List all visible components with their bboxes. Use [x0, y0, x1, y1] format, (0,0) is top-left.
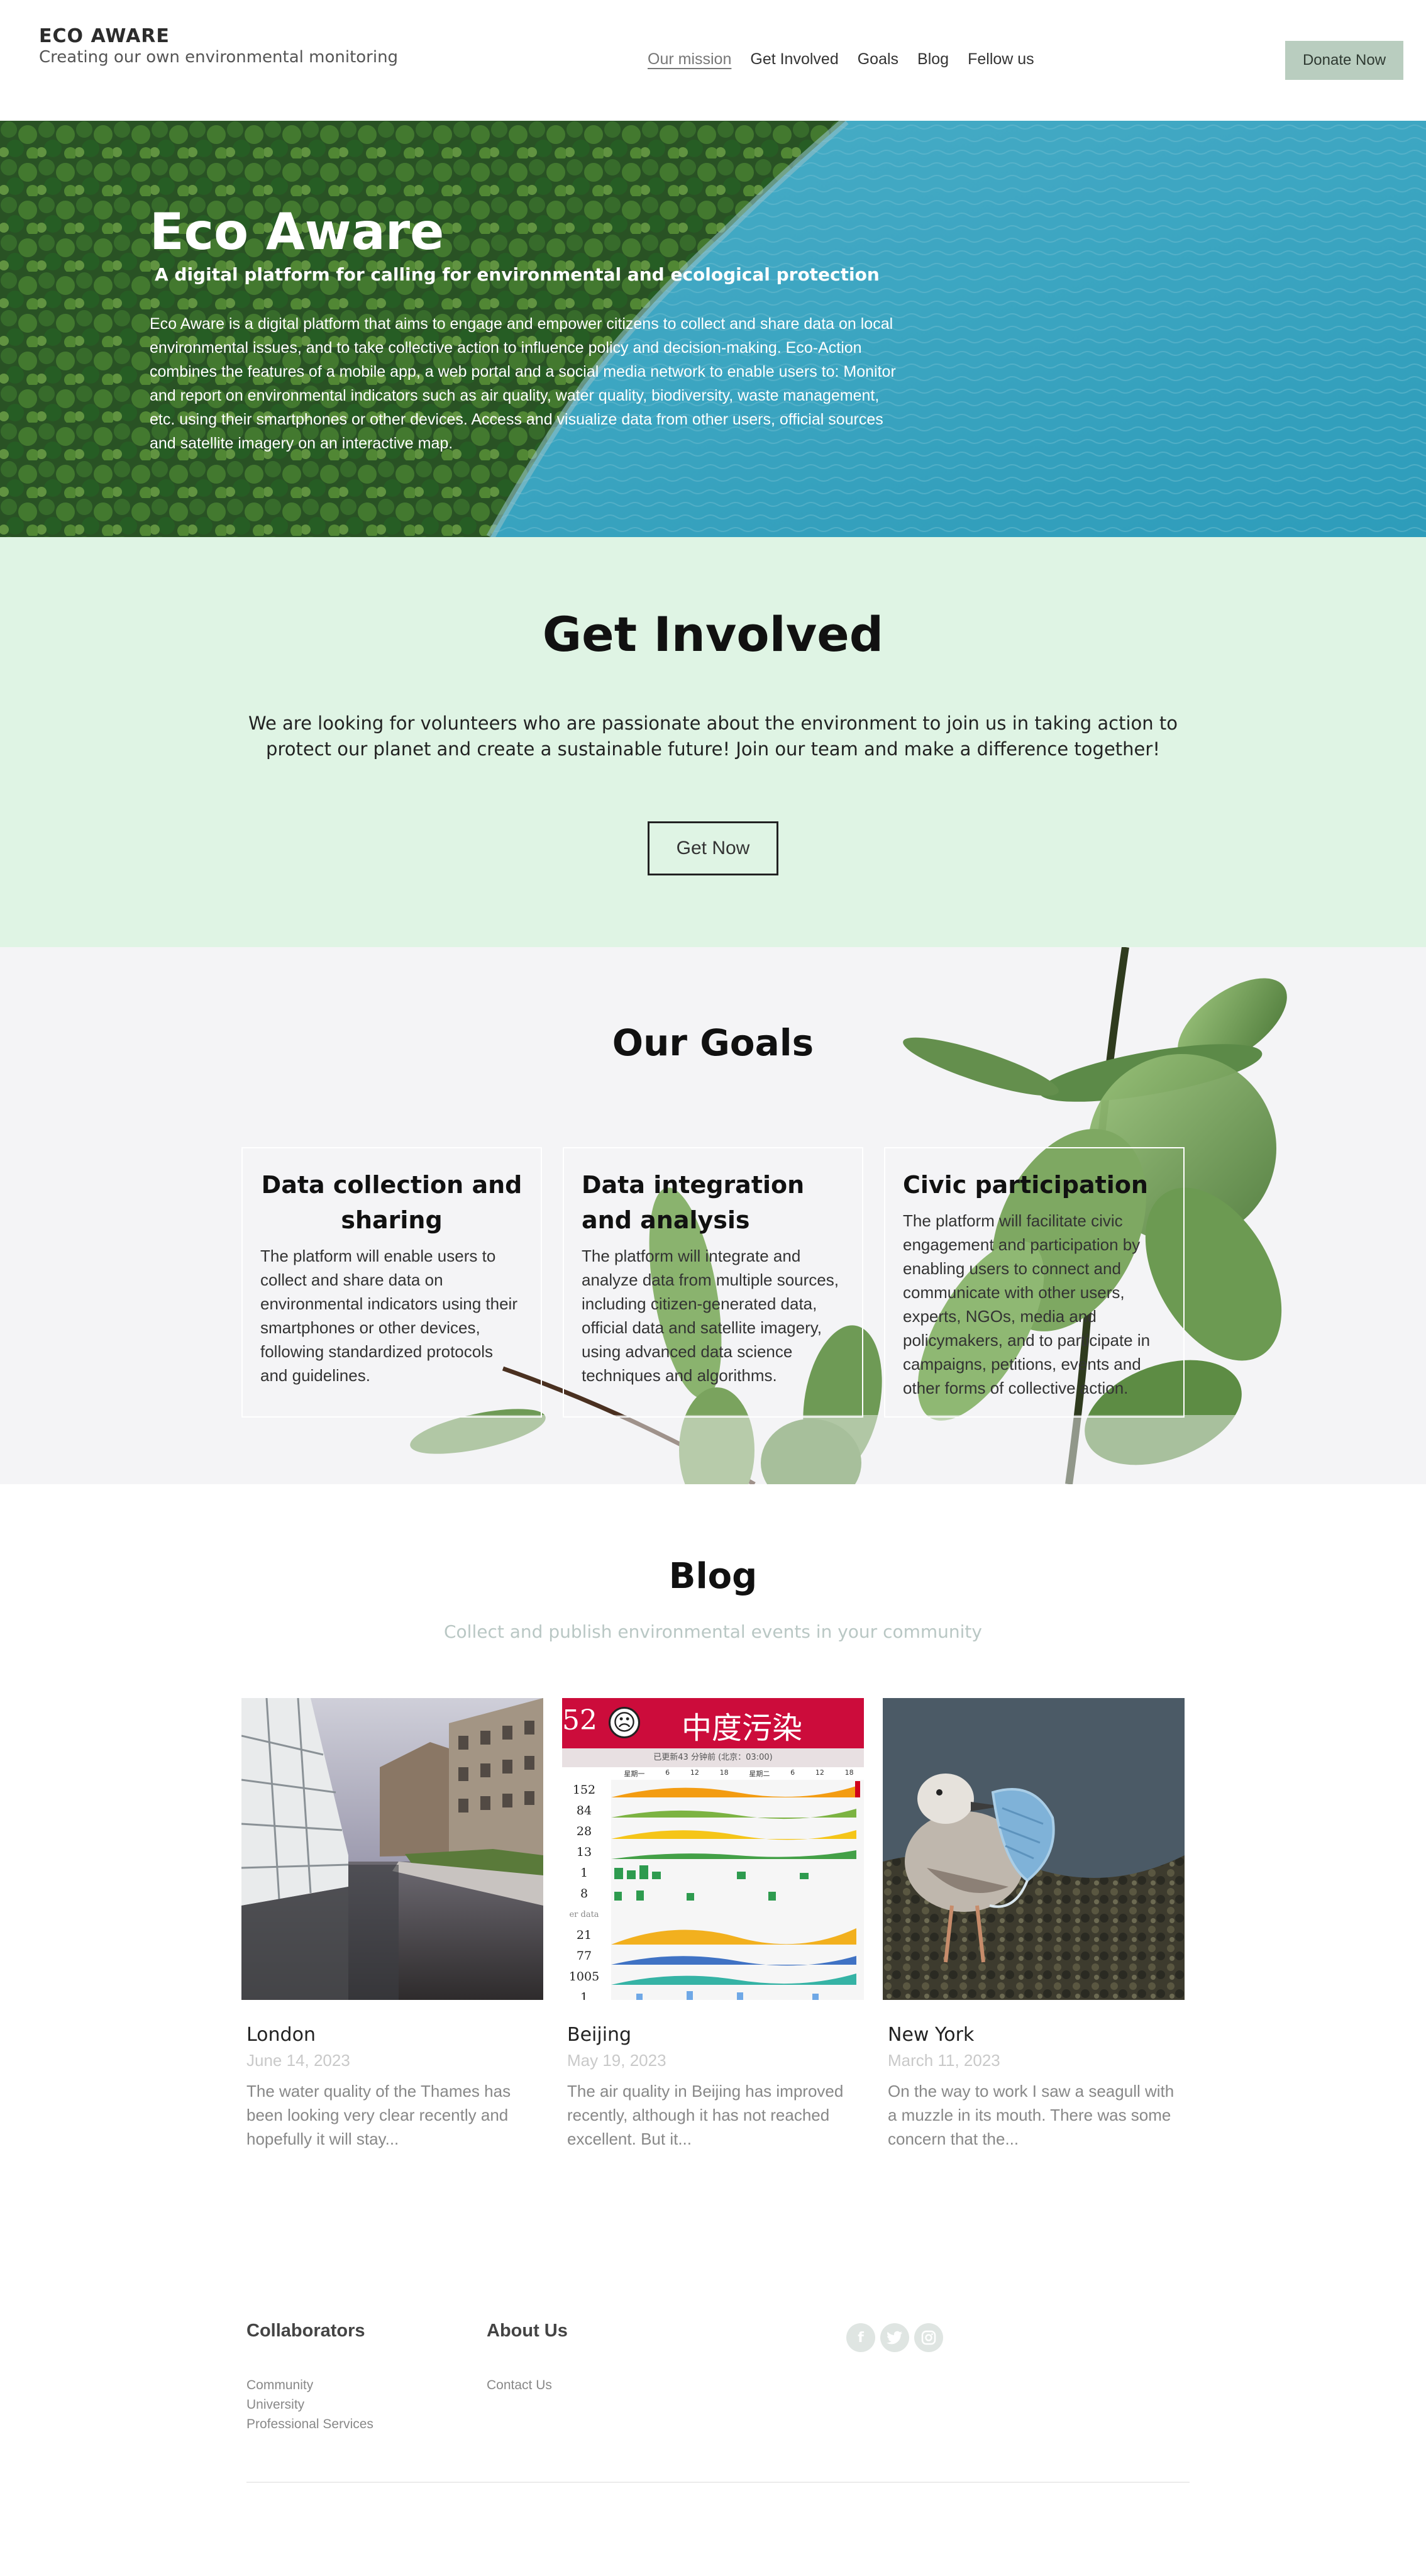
instagram-icon[interactable] [914, 2323, 943, 2352]
footer-collaborators-title: Collaborators [246, 2321, 365, 2341]
row-value: 77 [576, 1949, 592, 1963]
hero-tagline: A digital platform for calling for envir… [155, 264, 880, 285]
day-label: 6 [665, 1768, 670, 1777]
get-now-button[interactable]: Get Now [648, 821, 778, 875]
sad-face-icon: ☹ [609, 1707, 640, 1738]
other-data-label: er data [569, 1910, 599, 1919]
post-excerpt: On the way to work I saw a seagull with … [888, 2082, 1175, 2148]
day-label: 12 [815, 1768, 824, 1777]
footer-link-contact-us[interactable]: Contact Us [487, 2375, 552, 2395]
blog-subtitle: Collect and publish environmental events… [444, 1621, 982, 1642]
goal-card-text: The platform will enable users to collec… [260, 1246, 517, 1385]
post-city[interactable]: New York [888, 2024, 1185, 2046]
main-nav: Our mission Get Involved Goals Blog Fell… [648, 50, 1034, 69]
post-excerpt: The air quality in Beijing has improved … [567, 2082, 844, 2148]
footer-link-university[interactable]: University [246, 2395, 373, 2414]
update-time: 已更新43 分钟前 (北京：03:00) [562, 1748, 864, 1767]
get-involved-section: Get Involved We are looking for voluntee… [0, 537, 1426, 947]
day-label: 18 [719, 1768, 729, 1777]
blog-post-beijing[interactable]: 52 ☹ 中度污染 已更新43 分钟前 (北京：03:00) 星期一 6 12 … [562, 1698, 864, 2151]
nav-fellow-us[interactable]: Fellow us [968, 50, 1034, 69]
pollution-level-banner: 中度污染 [682, 1711, 803, 1746]
aqi-value: 52 [562, 1704, 597, 1736]
day-label: 星期一 [624, 1770, 645, 1778]
row-value: 152 [572, 1783, 596, 1797]
post-date: June 14, 2023 [246, 2051, 350, 2070]
nav-blog[interactable]: Blog [917, 50, 949, 69]
about-list: Contact Us [487, 2375, 552, 2395]
get-involved-title: Get Involved [542, 606, 884, 662]
facebook-icon[interactable]: f [846, 2323, 875, 2352]
goal-card-text: The platform will facilitate civic engag… [903, 1211, 1151, 1397]
post-date: May 19, 2023 [567, 2051, 666, 2070]
row-value: 1005 [568, 1970, 600, 1984]
nav-goals[interactable]: Goals [858, 50, 898, 69]
blog-post-london[interactable]: London June 14, 2023 The water quality o… [241, 1698, 543, 2151]
footer-about-title: About Us [487, 2321, 568, 2341]
seagull-with-mask-image[interactable] [883, 1698, 1185, 2000]
day-label: 18 [844, 1768, 854, 1777]
brand-tagline: Creating our own environmental monitorin… [39, 48, 399, 67]
twitter-icon[interactable] [880, 2323, 909, 2352]
brand-name[interactable]: ECO AWARE [39, 25, 170, 47]
row-value: 13 [576, 1845, 592, 1859]
footer-link-community[interactable]: Community [246, 2375, 373, 2395]
goal-card-title: Data collection and sharing [261, 1171, 522, 1234]
footer-link-professional-services[interactable]: Professional Services [246, 2414, 373, 2434]
donate-button[interactable]: Donate Now [1285, 41, 1403, 80]
blog-post-new-york[interactable]: New York March 11, 2023 On the way to wo… [883, 1698, 1185, 2151]
row-value: 8 [580, 1887, 589, 1901]
social-links: f [846, 2323, 943, 2352]
footer-divider [246, 2482, 1190, 2483]
day-axis: 星期一 6 12 18 星期二 6 12 18 [614, 1768, 864, 1779]
goal-card-data-integration: Data integration and analysis The platfo… [563, 1147, 863, 1418]
day-label: 6 [790, 1768, 795, 1777]
post-excerpt: The water quality of the Thames has been… [246, 2082, 511, 2148]
post-city[interactable]: London [246, 2024, 543, 2046]
london-canal-image[interactable] [241, 1698, 543, 2000]
nav-our-mission[interactable]: Our mission [648, 50, 731, 69]
get-involved-text: We are looking for volunteers who are pa… [248, 713, 1178, 760]
pollutant-values: 152 84 28 13 1 8 er data 21 77 1005 1 [562, 1780, 606, 2000]
hero-title: Eco Aware [150, 203, 445, 261]
post-city[interactable]: Beijing [567, 2024, 864, 2046]
collaborators-list: Community University Professional Servic… [246, 2375, 373, 2434]
row-value: 1 [580, 1866, 589, 1880]
row-value: 1 [580, 1990, 589, 2000]
blog-title: Blog [668, 1556, 758, 1597]
site-header: ECO AWARE Creating our own environmental… [0, 0, 1426, 121]
goal-card-data-collection: Data collection and sharing The platform… [241, 1147, 542, 1418]
day-label: 12 [690, 1768, 699, 1777]
post-date: March 11, 2023 [888, 2051, 1000, 2070]
goal-card-civic-participation: Civic participation The platform will fa… [884, 1147, 1185, 1418]
nav-get-involved[interactable]: Get Involved [750, 50, 838, 69]
row-value: 21 [576, 1928, 592, 1942]
beijing-air-quality-image[interactable]: 52 ☹ 中度污染 已更新43 分钟前 (北京：03:00) 星期一 6 12 … [562, 1698, 864, 2000]
hero-section: Eco Aware A digital platform for calling… [0, 121, 1426, 537]
row-value: 84 [576, 1804, 592, 1818]
goal-card-text: The platform will integrate and analyze … [582, 1246, 839, 1385]
hero-description: Eco Aware is a digital platform that aim… [150, 315, 896, 452]
goal-card-title: Civic participation [903, 1171, 1148, 1199]
goals-title: Our Goals [612, 1021, 814, 1064]
row-value: 28 [576, 1824, 592, 1838]
goals-section: Our Goals Data collection and sharing Th… [0, 947, 1426, 1484]
day-label: 星期二 [749, 1770, 770, 1778]
goal-card-title: Data integration and analysis [582, 1171, 805, 1234]
